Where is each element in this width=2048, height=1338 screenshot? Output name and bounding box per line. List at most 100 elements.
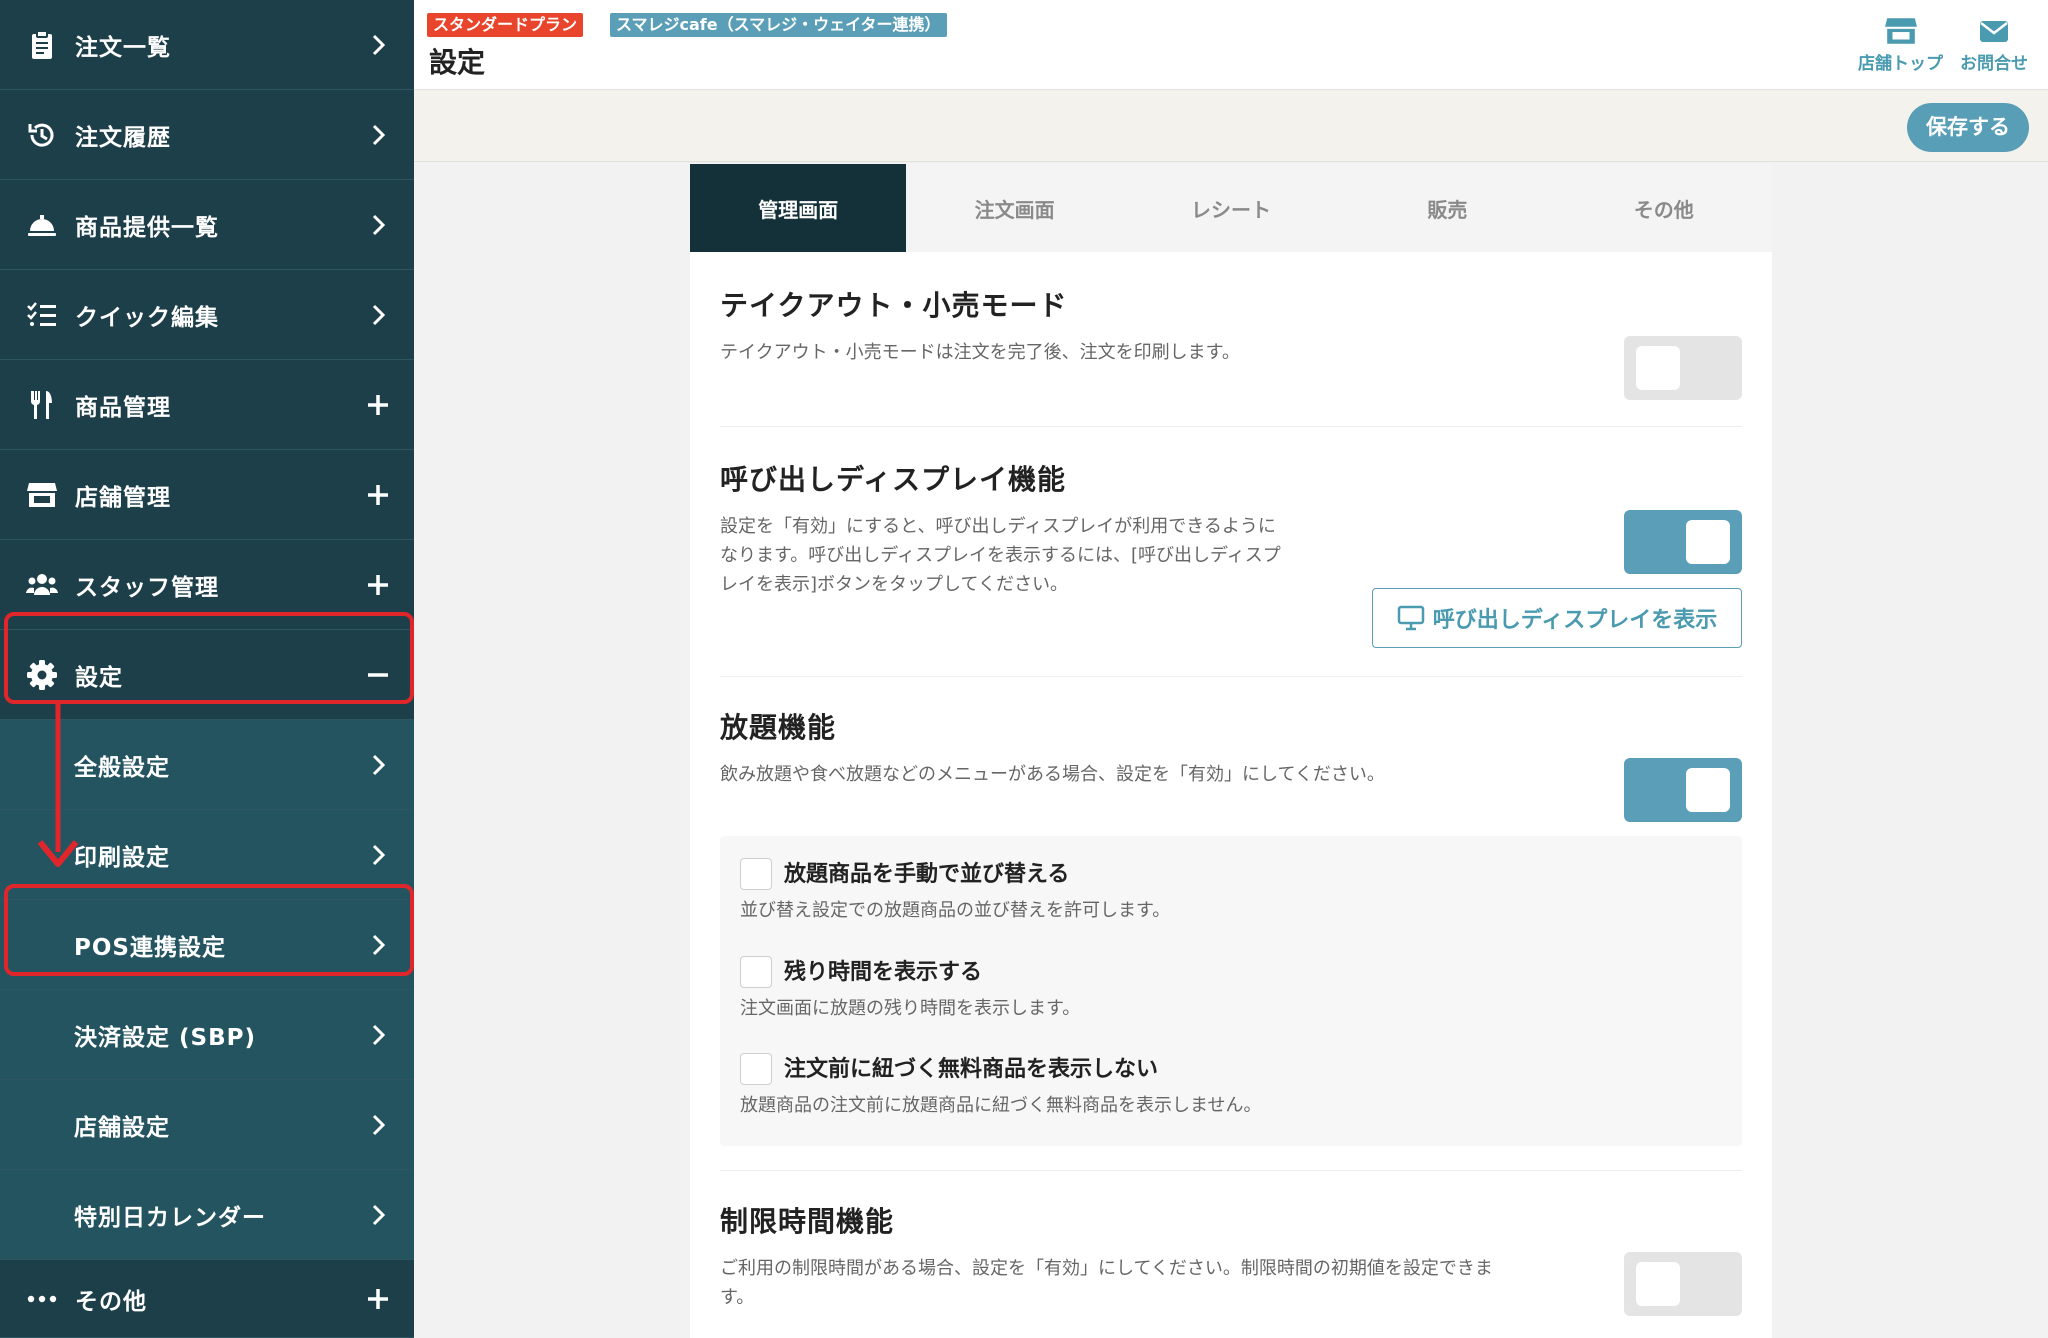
sidebar-item-label: その他 [75, 1288, 147, 1315]
option-description: 並び替え設定での放題商品の並び替えを許可します。 [740, 900, 1171, 921]
sidebar-item-label: 注文一覧 [75, 34, 171, 61]
utensils-icon [30, 391, 52, 419]
description-line: す。 [720, 1287, 755, 1308]
sidebar-subitem-label: 店舗設定 [74, 1114, 170, 1141]
toggle-knob [1686, 520, 1730, 564]
section-description: 飲み放題や食べ放題などのメニューがある場合、設定を「有効」にしてください。 [720, 764, 1385, 785]
divider [720, 1170, 1742, 1171]
store-top-label: 店舗トップ [1858, 54, 1943, 74]
time-limit-section: 制限時間機能 ご利用の制限時間がある場合、設定を「有効」にしてください。制限時間… [720, 1200, 1742, 1312]
divider [720, 676, 1742, 677]
sidebar-item-label: 商品管理 [75, 394, 171, 421]
checklist-icon [27, 302, 56, 326]
toggle-knob [1636, 346, 1680, 390]
section-description: ご利用の制限時間がある場合、設定を「有効」にしてください。制限時間の初期値を設定… [720, 1254, 1742, 1312]
annotation-arrow-icon [37, 704, 79, 867]
manual-sort-checkbox[interactable] [740, 858, 772, 890]
time-limit-toggle[interactable] [1624, 1252, 1742, 1316]
tab-admin[interactable]: 管理画面 [690, 164, 907, 252]
plus-icon [368, 575, 388, 595]
contact-label: お問合せ [1960, 54, 2028, 74]
option-label: 注文前に紐づく無料商品を表示しない [784, 1057, 1159, 1082]
tab-order-screen[interactable]: 注文画面 [906, 164, 1122, 252]
option-label: 放題商品を手動で並び替える [784, 862, 1070, 887]
plus-icon [368, 395, 388, 415]
sidebar-item-label: 注文履歴 [75, 124, 171, 151]
ellipsis-icon [27, 1295, 57, 1303]
toggle-knob [1636, 1262, 1680, 1306]
sidebar-item-quick-edit[interactable]: クイック編集 [0, 270, 414, 360]
section-title: 放題機能 [720, 711, 837, 744]
tab-sales[interactable]: 販売 [1339, 164, 1555, 252]
toggle-knob [1686, 768, 1730, 812]
store-icon [27, 483, 57, 507]
settings-card: 管理画面 注文画面 レシート 販売 その他 テイクアウト・小売モード テイクアウ… [690, 164, 1772, 1338]
section-title: 制限時間機能 [720, 1205, 895, 1238]
chevron-right-icon [372, 304, 386, 326]
plan-badge: スタンダードプラン [427, 13, 584, 37]
takeout-section: テイクアウト・小売モード テイクアウト・小売モードは注文を完了後、注文を印刷しま… [720, 284, 1742, 367]
settings-highlight-box [4, 612, 414, 704]
chevron-right-icon [372, 124, 386, 146]
sidebar-subitem-store-settings[interactable]: 店舗設定 [0, 1080, 414, 1170]
remaining-time-checkbox[interactable] [740, 956, 772, 988]
save-button[interactable]: 保存する [1907, 103, 2029, 152]
all-you-can-section: 放題機能 飲み放題や食べ放題などのメニューがある場合、設定を「有効」にしてくださ… [720, 706, 1742, 789]
plus-icon [368, 1289, 388, 1309]
all-you-can-options: 放題商品を手動で並び替える 並び替え設定での放題商品の並び替えを許可します。 残… [720, 836, 1742, 1146]
sidebar-item-label: 店舗管理 [75, 484, 171, 511]
plus-icon [368, 485, 388, 505]
section-title: 呼び出しディスプレイ機能 [720, 463, 1067, 496]
store-icon [1884, 18, 1917, 44]
pos-settings-highlight-box [4, 884, 414, 976]
sidebar-subitem-label: 全般設定 [74, 754, 170, 781]
sidebar-item-order-history[interactable]: 注文履歴 [0, 90, 414, 180]
sidebar-subitem-label: 特別日カレンダー [74, 1204, 266, 1231]
monitor-icon [1397, 605, 1425, 631]
chevron-right-icon [372, 1204, 386, 1226]
tab-receipt[interactable]: レシート [1123, 164, 1339, 252]
sidebar-item-products[interactable]: 商品管理 [0, 360, 414, 450]
action-bar: 保存する [414, 90, 2048, 162]
cloche-icon [28, 215, 56, 236]
call-display-toggle[interactable] [1624, 510, 1742, 574]
sidebar-item-orders[interactable]: 注文一覧 [0, 0, 414, 90]
sidebar-item-store-management[interactable]: 店舗管理 [0, 450, 414, 540]
chevron-right-icon [372, 214, 386, 236]
contact-link[interactable]: お問合せ [1960, 16, 2028, 74]
takeout-toggle[interactable] [1624, 336, 1742, 400]
chevron-right-icon [372, 1024, 386, 1046]
tab-other[interactable]: その他 [1556, 164, 1772, 252]
sidebar-item-label: クイック編集 [75, 304, 219, 331]
users-icon [26, 574, 58, 595]
show-call-display-button[interactable]: 呼び出しディスプレイを表示 [1372, 588, 1742, 648]
sidebar-subitem-payment-settings[interactable]: 決済設定 (SBP) [0, 990, 414, 1080]
sidebar-item-label: スタッフ管理 [75, 574, 219, 601]
sidebar-subitem-special-calendar[interactable]: 特別日カレンダー [0, 1170, 414, 1260]
envelope-icon [1980, 21, 2008, 42]
description-line: 設定を「有効」にすると、呼び出しディスプレイが利用できるように [720, 516, 1276, 537]
sidebar-subitem-label: 決済設定 (SBP) [74, 1024, 256, 1051]
chevron-right-icon [372, 844, 386, 866]
store-badge: スマレジcafe（スマレジ・ウェイター連携） [610, 13, 947, 37]
header: スタンダードプラン スマレジcafe（スマレジ・ウェイター連携） 設定 店舗トッ… [414, 0, 2048, 90]
tab-bar: 管理画面 注文画面 レシート 販売 その他 [690, 164, 1772, 252]
divider [720, 426, 1742, 427]
hide-free-items-checkbox[interactable] [740, 1053, 772, 1085]
chevron-right-icon [372, 34, 386, 56]
option-description: 注文画面に放題の残り時間を表示します。 [740, 998, 1081, 1019]
page-title: 設定 [429, 46, 486, 79]
sidebar-item-label: 商品提供一覧 [75, 214, 219, 241]
section-description: 設定を「有効」にすると、呼び出しディスプレイが利用できるように なります。呼び出… [720, 512, 1742, 599]
store-top-link[interactable]: 店舗トップ [1858, 16, 1943, 74]
call-display-section: 呼び出しディスプレイ機能 設定を「有効」にすると、呼び出しディスプレイが利用でき… [720, 458, 1742, 599]
section-description: テイクアウト・小売モードは注文を完了後、注文を印刷します。 [720, 342, 1240, 363]
history-icon [28, 123, 54, 147]
option-description: 放題商品の注文前に放題商品に紐づく無料商品を表示しません。 [740, 1095, 1262, 1116]
section-title: テイクアウト・小売モード [720, 289, 1068, 322]
sidebar-item-other[interactable]: その他 [0, 1260, 414, 1338]
sidebar-item-serving-list[interactable]: 商品提供一覧 [0, 180, 414, 270]
chevron-right-icon [372, 754, 386, 776]
chevron-right-icon [372, 1114, 386, 1136]
all-you-can-toggle[interactable] [1624, 758, 1742, 822]
